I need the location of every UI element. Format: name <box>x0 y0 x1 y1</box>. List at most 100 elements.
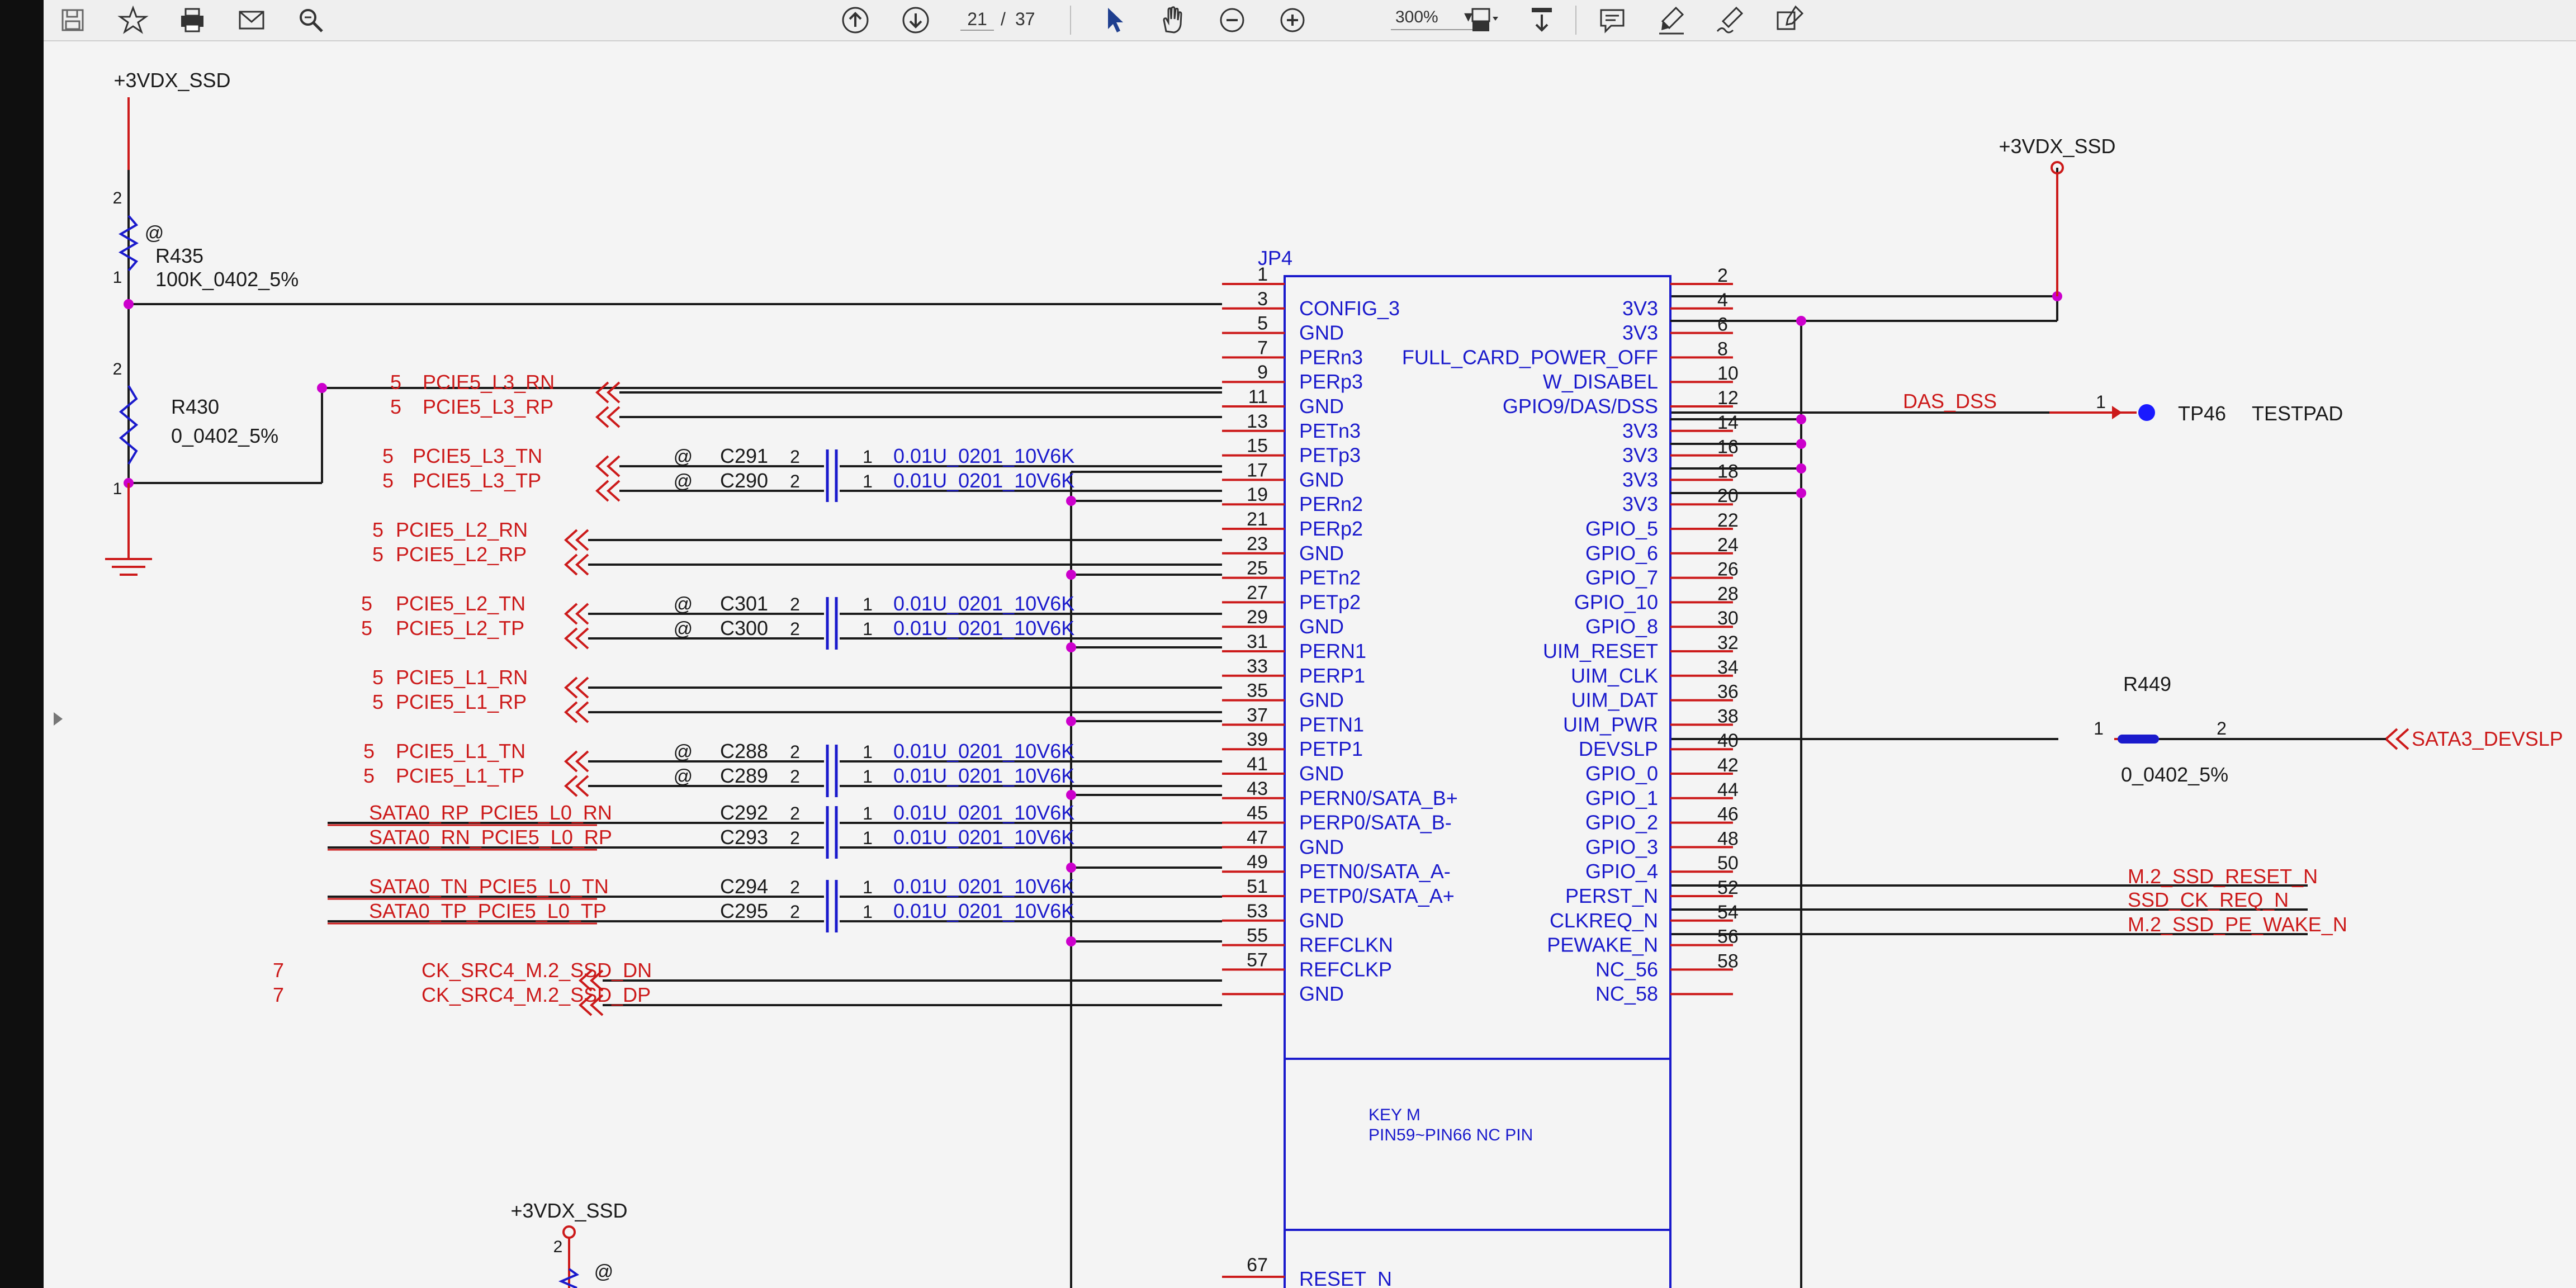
jp4-left-pin-name: GND <box>1299 542 1344 565</box>
scroll-mode-icon[interactable] <box>1525 3 1559 37</box>
page-number-box[interactable]: 21 / 37 <box>960 7 1055 32</box>
capacitor-ref-label: C291 <box>720 444 768 467</box>
offpage-connector-icon <box>575 603 589 625</box>
page-current[interactable]: 21 <box>960 9 994 31</box>
jp4-right-pin-name: GPIO_7 <box>1585 566 1658 589</box>
page-down-icon[interactable] <box>899 3 932 37</box>
jp4-left-pin-name: PERp3 <box>1299 370 1363 393</box>
jp4-key-note: PIN59~PIN66 NC PIN <box>1368 1126 1533 1144</box>
offpage-connector-icon <box>595 455 609 477</box>
fit-page-icon[interactable] <box>1467 3 1500 37</box>
net-label: PCIE5_L3_TP <box>413 469 541 492</box>
net-sheet-number: 5 <box>390 395 401 418</box>
zoom-level-select[interactable]: 300% ▾ <box>1391 7 1475 30</box>
junction-dot <box>317 383 327 393</box>
search-icon[interactable] <box>294 3 328 37</box>
zoom-value: 300% <box>1395 8 1438 26</box>
jp4-left-pin-number: 43 <box>1247 778 1268 799</box>
junction-dot <box>1796 439 1806 449</box>
jp4-left-pin-number: 55 <box>1247 925 1268 946</box>
junction-dot <box>1066 936 1076 946</box>
jp4-left-pin-name: PETp2 <box>1299 590 1361 613</box>
page-total: 37 <box>1015 9 1035 29</box>
offpage-connector-icon <box>575 701 589 723</box>
jp4-left-pin-number: 3 <box>1257 288 1268 310</box>
jp4-left-pin-name: GND <box>1299 468 1344 491</box>
capacitor-pin-number: 1 <box>863 447 873 467</box>
mail-icon[interactable] <box>235 3 268 37</box>
offpage-connector-icon <box>2395 728 2409 750</box>
jp4-left-pin-name: PETN1 <box>1299 713 1364 736</box>
jp4-left-pin-number: 41 <box>1247 754 1268 775</box>
page-up-icon[interactable] <box>839 3 872 37</box>
offpage-connector-icon <box>607 480 621 502</box>
sign-icon[interactable] <box>1714 3 1748 37</box>
select-tool-icon[interactable] <box>1097 3 1130 37</box>
jp4-left-pin-name: PERn2 <box>1299 493 1363 515</box>
net-label: PCIE5_L3_RN <box>423 371 555 394</box>
net-sheet-number: 5 <box>361 617 372 640</box>
junction-dot <box>1066 863 1076 873</box>
jp4-left-pin-number: 31 <box>1247 631 1268 652</box>
jp4-left-pin-number: 33 <box>1247 656 1268 677</box>
save-icon[interactable] <box>56 3 89 37</box>
net-label: SATA0_RN_PCIE5_L0_RP <box>369 826 612 849</box>
net-sheet-number: 5 <box>372 543 383 566</box>
offpage-connector-icon <box>595 406 609 428</box>
jp4-right-pin-name: GPIO_8 <box>1585 615 1658 638</box>
jp4-right-pin-number: 16 <box>1717 437 1739 458</box>
jp4-pin67-number: 67 <box>1247 1254 1268 1276</box>
jp4-right-pin-number: 50 <box>1717 853 1739 874</box>
jp4-right-pin-number: 14 <box>1717 412 1739 433</box>
bookmark-icon[interactable] <box>116 3 150 37</box>
jp4-right-pin-number: 54 <box>1717 902 1739 923</box>
jp4-right-pin-name: PERST_N <box>1565 884 1658 907</box>
jp4-left-pin-number: 37 <box>1247 704 1268 726</box>
jp4-left-pin-number: 49 <box>1247 851 1268 873</box>
hand-tool-icon[interactable] <box>1156 3 1190 37</box>
jp4-right-pin-number: 22 <box>1717 510 1739 531</box>
jp4-left-pin-name: PETp3 <box>1299 444 1361 467</box>
r449-ref-label: R449 <box>2123 673 2171 695</box>
offpage-connector-icon <box>595 480 609 502</box>
jp4-left-pin-name: PETN0/SATA_A- <box>1299 860 1451 883</box>
jp4-left-pin-number: 5 <box>1257 313 1268 334</box>
capacitor-pin-number: 1 <box>863 803 873 823</box>
jp4-left-pin-number: 9 <box>1257 362 1268 383</box>
comment-icon[interactable] <box>1595 3 1629 37</box>
print-icon[interactable] <box>176 3 209 37</box>
jp4-right-pin-number: 30 <box>1717 608 1739 629</box>
document-page[interactable]: JP4 KEY M PIN59~PIN66 NC PIN 1 3 CONFIG_3 5 GND… <box>44 41 2576 1288</box>
zoom-out-icon[interactable] <box>1215 3 1249 37</box>
viewer-page: { "toolbar": { "page_current": "21", "pa… <box>0 0 2576 1288</box>
jp4-left-pin-number: 13 <box>1247 411 1268 432</box>
jp4-left-pin-number: 57 <box>1247 949 1268 970</box>
capacitor-ref-label: C289 <box>720 764 768 787</box>
jp4-right-pin-number: 40 <box>1717 730 1739 751</box>
capacitor-ref-label: C293 <box>720 826 768 849</box>
offpage-connector-icon <box>575 750 589 773</box>
capacitor-pin-number: 1 <box>863 828 873 848</box>
tools-icon[interactable] <box>1773 3 1807 37</box>
zoom-in-icon[interactable] <box>1276 3 1309 37</box>
jp4-right-pin-number: 10 <box>1717 363 1739 384</box>
jp4-right-pin-name: UIM_DAT <box>1571 689 1658 712</box>
jp4-right-pin-number: 34 <box>1717 657 1739 678</box>
jp4-left-pin-number: 47 <box>1247 827 1268 848</box>
junction-dot <box>1066 642 1076 652</box>
net-label: CK_SRC4_M.2_SSD_DP <box>422 983 651 1006</box>
jp4-left-pin-number: 25 <box>1247 558 1268 579</box>
capacitor-pin-number: 2 <box>790 766 800 787</box>
scroll-left-arrow[interactable] <box>54 712 63 726</box>
net-sheet-number: 5 <box>372 666 383 689</box>
jp4-right-pin-number: 36 <box>1717 681 1739 703</box>
junction-dot <box>1066 716 1076 726</box>
net-label: PCIE5_L1_RN <box>396 666 528 689</box>
capacitor-pin-number: 1 <box>863 902 873 922</box>
jp4-right-pin-name: GPIO_1 <box>1585 787 1658 809</box>
capacitor-value-label: 0.01U_0201_10V6K <box>893 469 1074 492</box>
highlight-icon[interactable] <box>1655 3 1688 37</box>
jp4-right-pin-name: 3V3 <box>1622 468 1658 491</box>
net-label: PCIE5_L2_RN <box>396 518 528 541</box>
net-label: PCIE5_L1_TP <box>396 764 524 787</box>
